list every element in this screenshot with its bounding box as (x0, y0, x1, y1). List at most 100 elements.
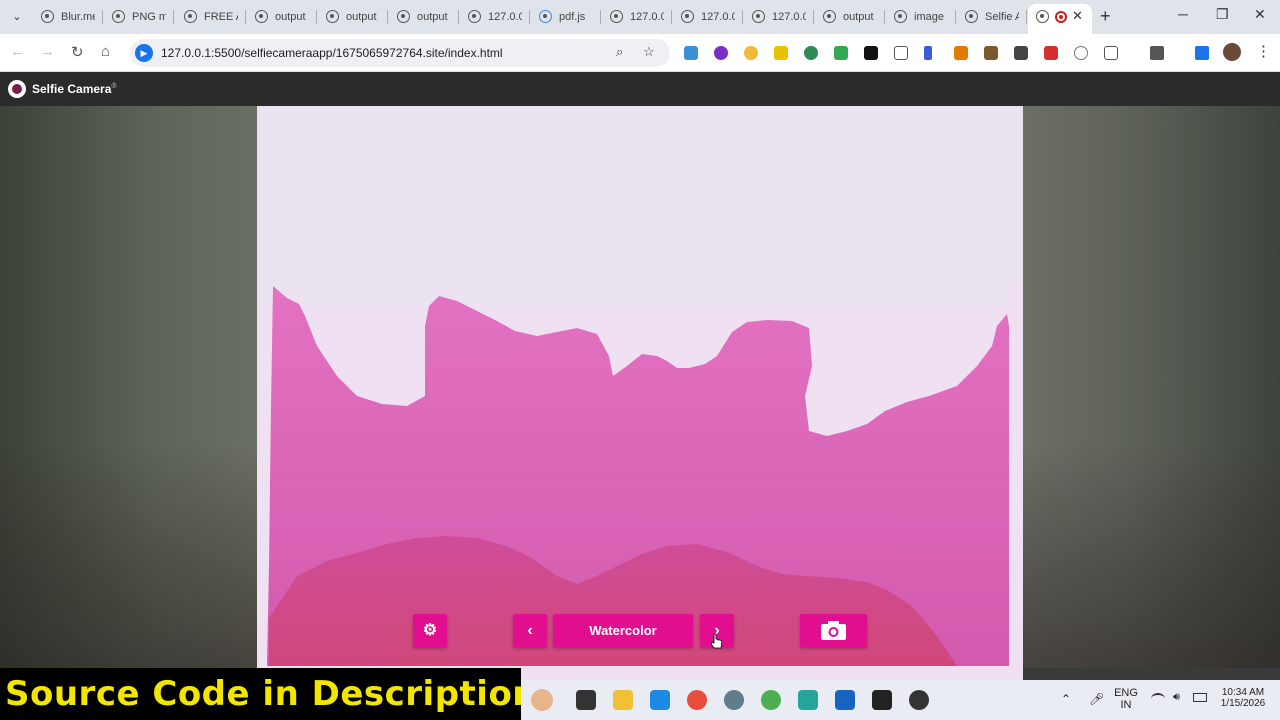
browser-tab[interactable]: FREE A (176, 4, 246, 30)
task-view-icon[interactable] (576, 690, 596, 710)
browser-tab[interactable]: 127.0.0 (744, 4, 814, 30)
extension-icon[interactable] (714, 46, 728, 60)
tab-label: output (843, 11, 874, 23)
kebab-menu-icon[interactable]: ⋮ (1256, 42, 1271, 60)
chrome-profile-icon[interactable] (761, 690, 781, 710)
obs-icon[interactable] (909, 690, 929, 710)
download-icon[interactable] (1195, 46, 1209, 60)
globe-icon (823, 10, 836, 23)
new-tab-button[interactable]: + (1100, 6, 1111, 27)
capture-button[interactable] (800, 614, 867, 647)
browser-tab[interactable]: 127.0.0 (460, 4, 530, 30)
browser-tab[interactable]: output (247, 4, 317, 30)
gear-icon: ⚙ (422, 622, 438, 639)
settings-gear-icon[interactable] (724, 690, 744, 710)
language-indicator[interactable]: ENG IN (1113, 687, 1139, 711)
extension-icon[interactable] (1014, 46, 1028, 60)
address-text[interactable]: 127.0.0.1:5500/selfiecameraapp/167506597… (161, 46, 503, 60)
previous-filter-button[interactable]: ‹ (513, 614, 547, 647)
chevron-up-icon[interactable]: ⌃ (1061, 692, 1071, 706)
globe-icon (894, 10, 907, 23)
home-icon[interactable]: ⌂ (101, 43, 110, 60)
notepad-icon[interactable] (798, 690, 818, 710)
wifi-icon[interactable] (1151, 693, 1165, 705)
avatar[interactable] (1223, 43, 1241, 61)
site-info-icon[interactable]: ▶ (135, 44, 153, 62)
extension-icon[interactable] (954, 46, 968, 60)
tab-label: output (346, 11, 377, 23)
tab-label: 127.0.0 (488, 11, 522, 23)
extension-icon[interactable] (834, 46, 848, 60)
tab-label: 127.0.0 (772, 11, 806, 23)
extension-icon[interactable] (684, 46, 698, 60)
zoom-icon[interactable]: ⌕ (616, 44, 623, 60)
restore-icon[interactable]: ❐ (1216, 6, 1229, 23)
browser-tab[interactable]: pdf.js (531, 4, 601, 30)
terminal-icon[interactable] (872, 690, 892, 710)
clock[interactable]: 10:34 AM 1/15/2026 (1213, 687, 1273, 709)
tab-search-chevron-icon[interactable]: ⌄ (6, 7, 28, 27)
volume-icon[interactable]: 🔊︎ (1173, 691, 1180, 704)
extension-icon[interactable] (1074, 46, 1088, 60)
globe-icon (752, 10, 765, 23)
profile-incognito-icon[interactable] (1150, 46, 1164, 60)
camera-icon (821, 621, 846, 640)
globe-icon (255, 10, 268, 23)
globe-icon (1036, 10, 1049, 23)
close-window-icon[interactable]: ✕ (1254, 6, 1266, 23)
widget-icon[interactable] (531, 689, 553, 711)
extension-icon[interactable] (924, 46, 932, 60)
tab-label: Selfie A (985, 11, 1019, 23)
filter-name: Watercolor (589, 623, 657, 638)
browser-tab[interactable]: output (318, 4, 388, 30)
extension-icon[interactable] (804, 46, 818, 60)
globe-icon (610, 10, 623, 23)
promo-banner: Source Code in Description (0, 668, 537, 720)
browser-tab[interactable]: PNG m (104, 4, 174, 30)
tab-strip: ⌄ Blur.me PNG m FREE A output output out… (0, 0, 1280, 34)
file-explorer-icon[interactable] (613, 690, 633, 710)
minimize-icon[interactable]: ─ (1178, 6, 1188, 22)
chevron-left-icon: ‹ (527, 622, 533, 639)
bookmark-icon[interactable] (894, 46, 908, 60)
extension-icon[interactable] (864, 46, 878, 60)
browser-tab[interactable]: output (815, 4, 885, 30)
tab-label: pdf.js (559, 11, 586, 23)
extension-icon[interactable] (744, 46, 758, 60)
tools-icon[interactable] (984, 46, 998, 60)
browser-tab-active[interactable]: ✕ (1028, 4, 1092, 34)
shield-icon[interactable] (1044, 46, 1058, 60)
chrome-icon[interactable] (687, 690, 707, 710)
battery-icon[interactable] (1193, 693, 1207, 702)
browser-tab[interactable]: image (886, 4, 956, 30)
close-tab-icon[interactable]: ✕ (1072, 8, 1083, 24)
extensions-puzzle-icon[interactable] (1104, 46, 1118, 60)
bookmark-star-icon[interactable]: ☆ (643, 44, 655, 60)
tab-label: output (275, 11, 306, 23)
forward-icon[interactable]: → (40, 43, 55, 60)
reload-icon[interactable]: ↻ (71, 43, 84, 61)
globe-icon (184, 10, 197, 23)
browser-tab[interactable]: 127.0.0 (673, 4, 743, 30)
address-bar[interactable]: ▶ 127.0.0.1:5500/selfiecameraapp/1675065… (130, 39, 670, 67)
app-title: Selfie Camera® (32, 82, 117, 96)
browser-tab[interactable]: Selfie A (957, 4, 1027, 30)
vscode-icon[interactable] (650, 690, 670, 710)
tab-label: 127.0.0 (630, 11, 664, 23)
globe-icon (326, 10, 339, 23)
extension-icon[interactable] (774, 46, 788, 60)
globe-icon (41, 10, 54, 23)
globe-icon (397, 10, 410, 23)
browser-tab[interactable]: Blur.me (33, 4, 103, 30)
filter-name-display: Watercolor (553, 614, 693, 647)
promo-text: Source Code in Description (5, 674, 538, 714)
settings-button[interactable]: ⚙ (413, 614, 447, 647)
browser-tab[interactable]: 127.0.0 (602, 4, 672, 30)
tab-label: 127.0.0 (701, 11, 735, 23)
watercolor-filter-render (257, 106, 1023, 680)
browser-tab[interactable]: output (389, 4, 459, 30)
microphone-icon[interactable]: 🎤︎ (1089, 692, 1104, 706)
camera-preview (257, 106, 1023, 680)
app-icon[interactable] (835, 690, 855, 710)
back-icon[interactable]: ← (10, 43, 25, 60)
